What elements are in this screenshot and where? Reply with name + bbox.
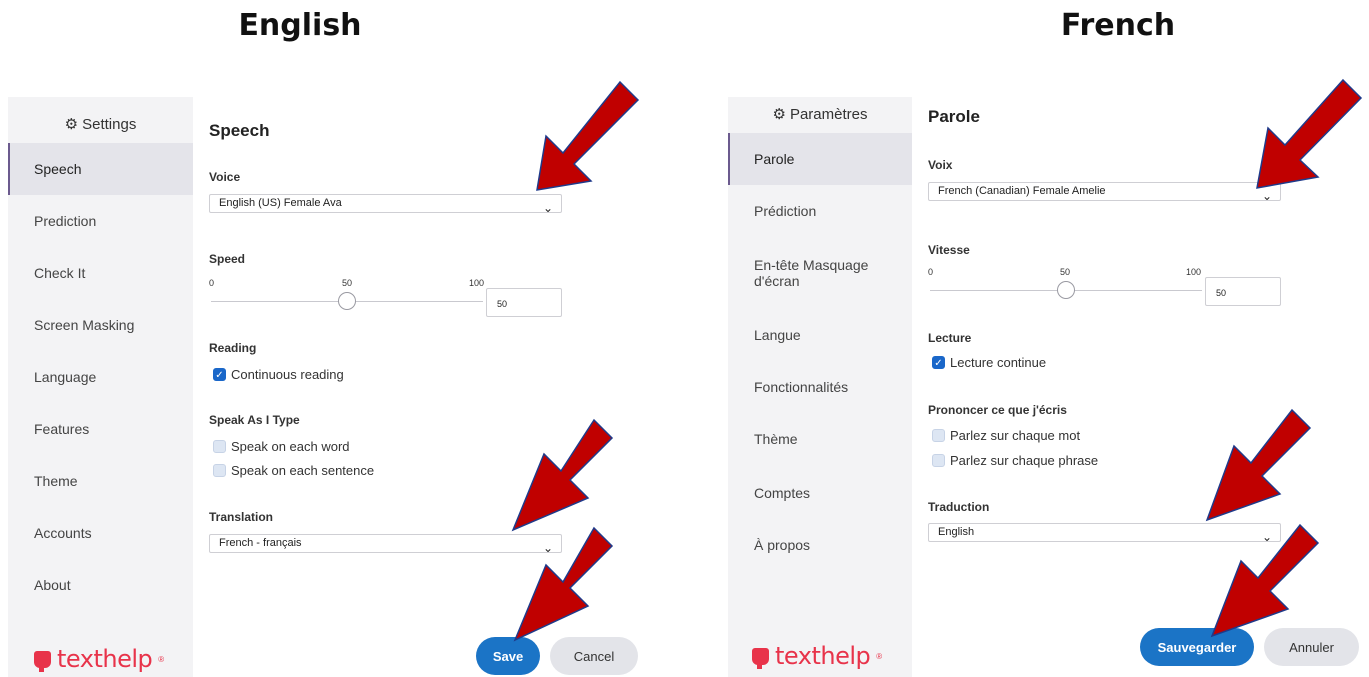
sidebar-item-accounts[interactable]: Comptes <box>728 467 912 519</box>
page-title: Speech <box>209 121 270 140</box>
sidebar-item-about[interactable]: About <box>8 559 193 611</box>
sidebar-item-theme[interactable]: Theme <box>8 455 193 507</box>
sidebar-title: ⚙ Settings <box>64 116 137 133</box>
checkbox-icon <box>932 429 945 442</box>
sidebar-item-screen-masking[interactable]: En-tête Masquage d'écran <box>728 247 888 299</box>
texthelp-logo: texthelp ® <box>34 645 164 673</box>
settings-sidebar-en: ⚙ Settings Speech Prediction Check It Scr… <box>8 97 193 677</box>
speed-tick-min: 0 <box>928 267 934 277</box>
translation-label: Translation <box>209 510 274 524</box>
sidebar-item-prediction[interactable]: Prediction <box>8 195 193 247</box>
continuous-reading-checkbox[interactable]: ✓ Lecture continue <box>932 355 1046 370</box>
speech-settings-en: Speech Voice English (US) Female Ava ⌄ S… <box>193 97 653 677</box>
checkbox-icon <box>213 464 226 477</box>
texthelp-logo-icon <box>34 650 51 672</box>
chevron-down-icon: ⌄ <box>1261 189 1272 203</box>
speed-slider-thumb[interactable] <box>1057 281 1075 299</box>
sidebar-item-theme[interactable]: Thème <box>728 413 912 465</box>
gear-icon: ⚙ <box>64 116 79 133</box>
english-heading: English <box>238 8 362 43</box>
speed-label: Speed <box>209 252 246 266</box>
voice-select[interactable]: English (US) Female Ava ⌄ <box>209 194 562 215</box>
speak-on-each-sentence-checkbox[interactable]: Parlez sur chaque phrase <box>932 453 1098 468</box>
chevron-down-icon: ⌄ <box>1261 530 1272 544</box>
reading-label: Reading <box>209 341 257 355</box>
sidebar-item-language[interactable]: Language <box>8 351 193 403</box>
save-button[interactable]: Sauvegarder <box>1140 628 1254 666</box>
checkbox-checked-icon: ✓ <box>213 368 226 381</box>
speed-label: Vitesse <box>928 243 970 257</box>
speak-on-each-word-checkbox[interactable]: Speak on each word <box>213 439 350 454</box>
speed-tick-max: 100 <box>469 278 485 288</box>
checkbox-icon <box>932 454 945 467</box>
texthelp-logo-icon <box>752 647 769 669</box>
voice-label: Voix <box>928 158 953 172</box>
speed-tick-mid: 50 <box>1060 267 1071 277</box>
page-title: Parole <box>928 107 980 126</box>
reading-label: Lecture <box>928 331 972 345</box>
sidebar-item-language[interactable]: Langue <box>728 309 912 361</box>
speed-slider-thumb[interactable] <box>338 292 356 310</box>
speak-on-each-sentence-checkbox[interactable]: Speak on each sentence <box>213 463 374 478</box>
sidebar-item-parole[interactable]: Parole <box>728 133 912 185</box>
cancel-button[interactable]: Annuler <box>1264 628 1359 666</box>
checkbox-icon <box>213 440 226 453</box>
cancel-button[interactable]: Cancel <box>550 637 638 675</box>
sidebar-item-prediction[interactable]: Prédiction <box>728 185 912 237</box>
settings-sidebar-fr: ⚙ Paramètres Parole Prédiction En-tête Ma… <box>728 97 912 677</box>
speed-tick-min: 0 <box>209 278 215 288</box>
texthelp-logo: texthelp ® <box>752 642 882 670</box>
save-button[interactable]: Save <box>476 637 540 675</box>
voice-label: Voice <box>209 170 241 184</box>
french-heading: French <box>1060 8 1176 43</box>
sidebar-item-features[interactable]: Features <box>8 403 193 455</box>
translation-select[interactable]: French - français ⌄ <box>209 534 562 555</box>
sidebar-item-about[interactable]: À propos <box>728 519 912 571</box>
gear-icon: ⚙ <box>772 106 786 123</box>
speak-on-each-word-checkbox[interactable]: Parlez sur chaque mot <box>932 428 1080 443</box>
speak-as-i-type-label: Speak As I Type <box>209 413 300 427</box>
chevron-down-icon: ⌄ <box>542 201 553 215</box>
speed-tick-max: 100 <box>1186 267 1202 277</box>
chevron-down-icon: ⌄ <box>542 541 553 555</box>
sidebar-item-speech[interactable]: Speech <box>8 143 193 195</box>
checkbox-checked-icon: ✓ <box>932 356 945 369</box>
speech-settings-fr: Parole Voix French (Canadian) Female Ame… <box>912 97 1369 677</box>
sidebar-title: ⚙ Paramètres <box>772 106 868 123</box>
speed-tick-mid: 50 <box>342 278 353 288</box>
sidebar-item-accounts[interactable]: Accounts <box>8 507 193 559</box>
sidebar-item-check-it[interactable]: Check It <box>8 247 193 299</box>
continuous-reading-checkbox[interactable]: ✓ Continuous reading <box>213 367 344 382</box>
speed-input[interactable]: 50 <box>1205 277 1281 306</box>
translation-select[interactable]: English ⌄ <box>928 523 1281 544</box>
speak-as-i-type-label: Prononcer ce que j'écris <box>928 403 1067 417</box>
voice-select[interactable]: French (Canadian) Female Amelie ⌄ <box>928 182 1281 203</box>
speed-input[interactable]: 50 <box>486 288 562 317</box>
sidebar-item-features[interactable]: Fonctionnalités <box>728 361 912 413</box>
translation-label: Traduction <box>928 500 990 514</box>
sidebar-item-screen-masking[interactable]: Screen Masking <box>8 299 193 351</box>
